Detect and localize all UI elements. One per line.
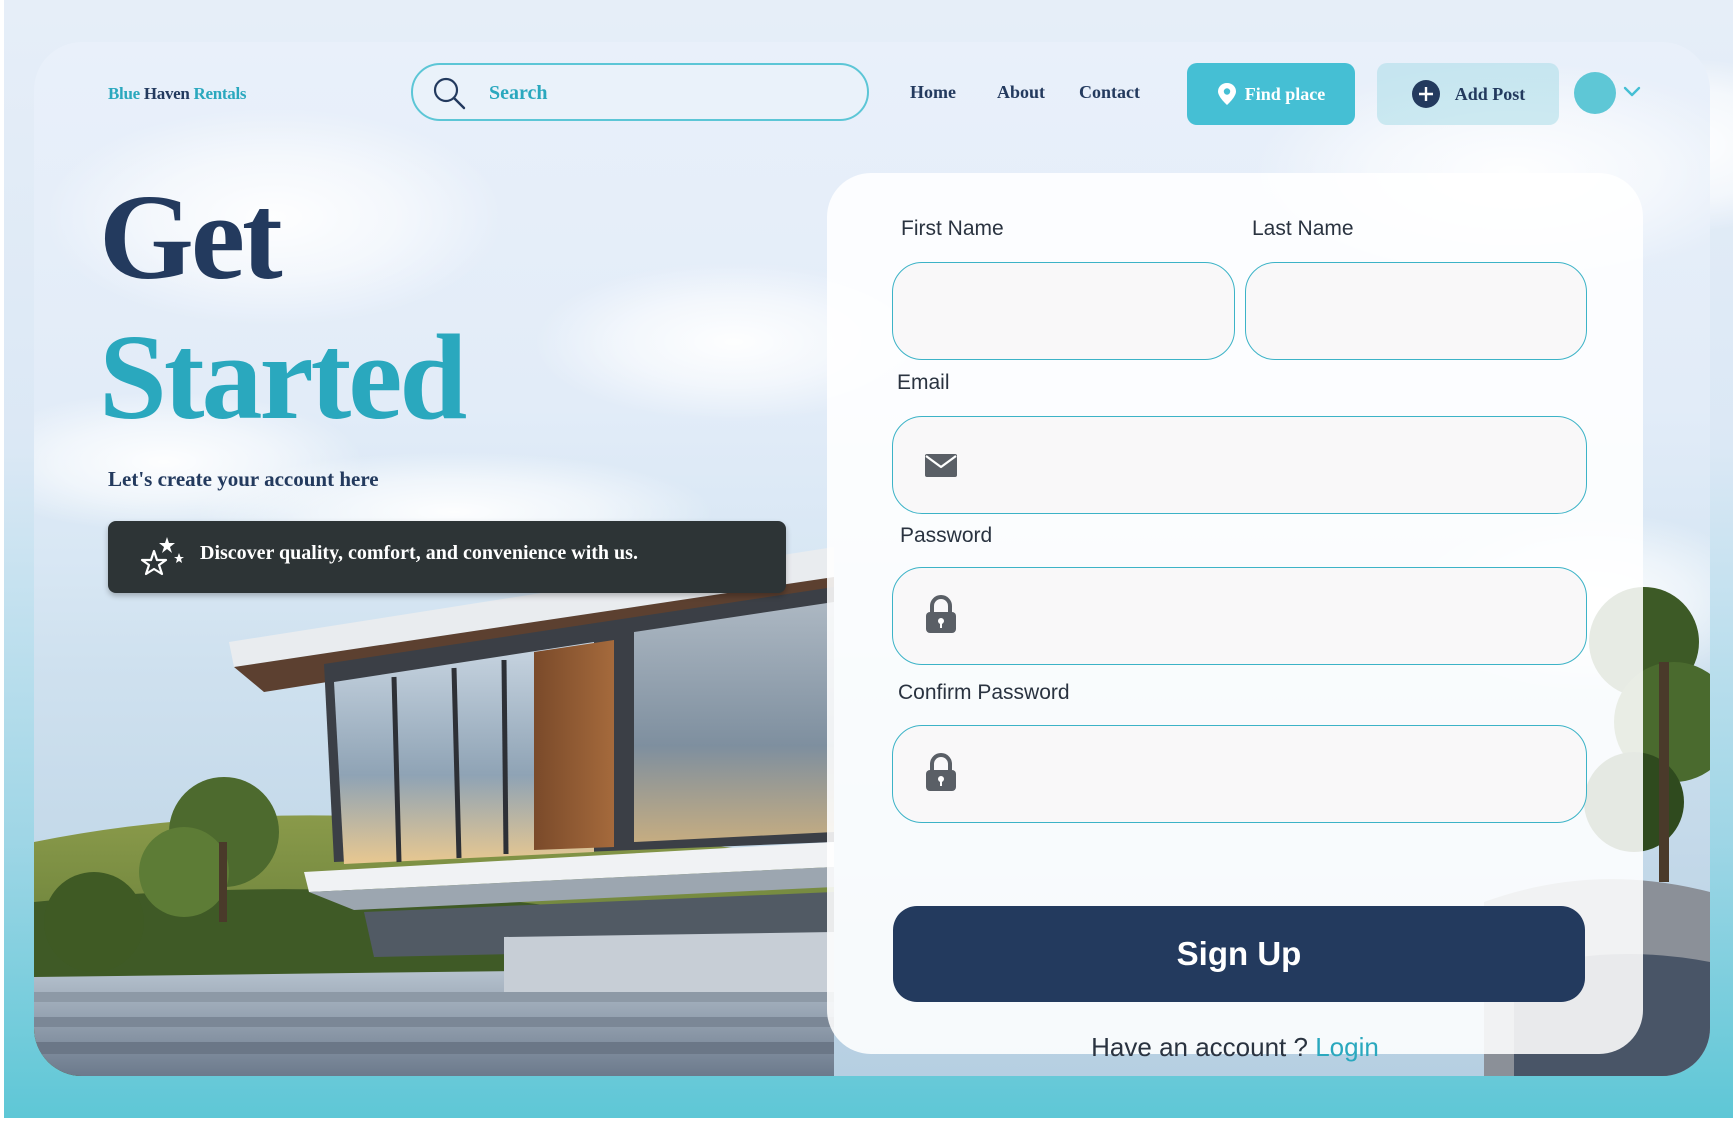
page-background: Blue Haven Rentals Home About Contact Fi…: [4, 0, 1733, 1118]
last-name-input[interactable]: [1246, 263, 1586, 359]
add-post-label: Add Post: [1454, 83, 1526, 104]
have-account-text: Have an account ?: [1091, 1032, 1308, 1062]
avatar[interactable]: [1574, 72, 1616, 114]
promo-banner: Discover quality, comfort, and convenien…: [108, 521, 786, 593]
sparkle-stars-icon: [140, 537, 184, 576]
confirm-password-label: Confirm Password: [898, 681, 1070, 704]
promo-banner-text: Discover quality, comfort, and convenien…: [200, 542, 638, 564]
password-label: Password: [900, 524, 993, 547]
nav-about[interactable]: About: [997, 82, 1045, 103]
email-field[interactable]: [892, 416, 1587, 514]
nav-home[interactable]: Home: [910, 82, 956, 103]
chevron-down-icon[interactable]: [1623, 84, 1641, 98]
last-name-field[interactable]: [1245, 262, 1587, 360]
plus-circle-icon: [1411, 80, 1440, 108]
confirm-password-input[interactable]: [893, 726, 1586, 822]
search-icon[interactable]: [431, 75, 467, 111]
confirm-password-field[interactable]: [892, 725, 1587, 823]
sign-up-button[interactable]: Sign Up: [893, 906, 1585, 1002]
find-place-button[interactable]: Find place: [1187, 63, 1355, 125]
add-post-button[interactable]: Add Post: [1377, 63, 1559, 125]
signup-form: First Name Last Name Email Password Conf…: [827, 173, 1643, 1062]
logo-part-2: Haven: [143, 84, 190, 103]
find-place-label: Find place: [1244, 83, 1326, 104]
map-pin-icon: [1217, 83, 1236, 105]
logo-part-1: Blue: [108, 84, 140, 103]
hero-title-line-1: Get: [99, 170, 283, 305]
email-label: Email: [897, 371, 950, 394]
first-name-input[interactable]: [893, 263, 1234, 359]
hero-subtitle: Let's create your account here: [108, 467, 379, 491]
logo[interactable]: Blue Haven Rentals: [108, 84, 247, 104]
first-name-field[interactable]: [892, 262, 1235, 360]
main-card: Blue Haven Rentals Home About Contact Fi…: [34, 42, 1710, 1076]
password-input[interactable]: [893, 568, 1586, 664]
hero-title-line-2: Started: [99, 310, 467, 445]
first-name-label: First Name: [901, 217, 1004, 240]
nav-contact[interactable]: Contact: [1079, 82, 1140, 103]
last-name-label: Last Name: [1252, 217, 1354, 240]
search-input[interactable]: [487, 77, 851, 109]
email-input[interactable]: [893, 417, 1586, 513]
password-field[interactable]: [892, 567, 1587, 665]
login-link[interactable]: Login: [1315, 1032, 1379, 1062]
have-account-row: Have an account ? Login: [827, 1032, 1643, 1063]
search-bar[interactable]: [411, 63, 869, 121]
logo-part-3: Rentals: [193, 84, 247, 103]
